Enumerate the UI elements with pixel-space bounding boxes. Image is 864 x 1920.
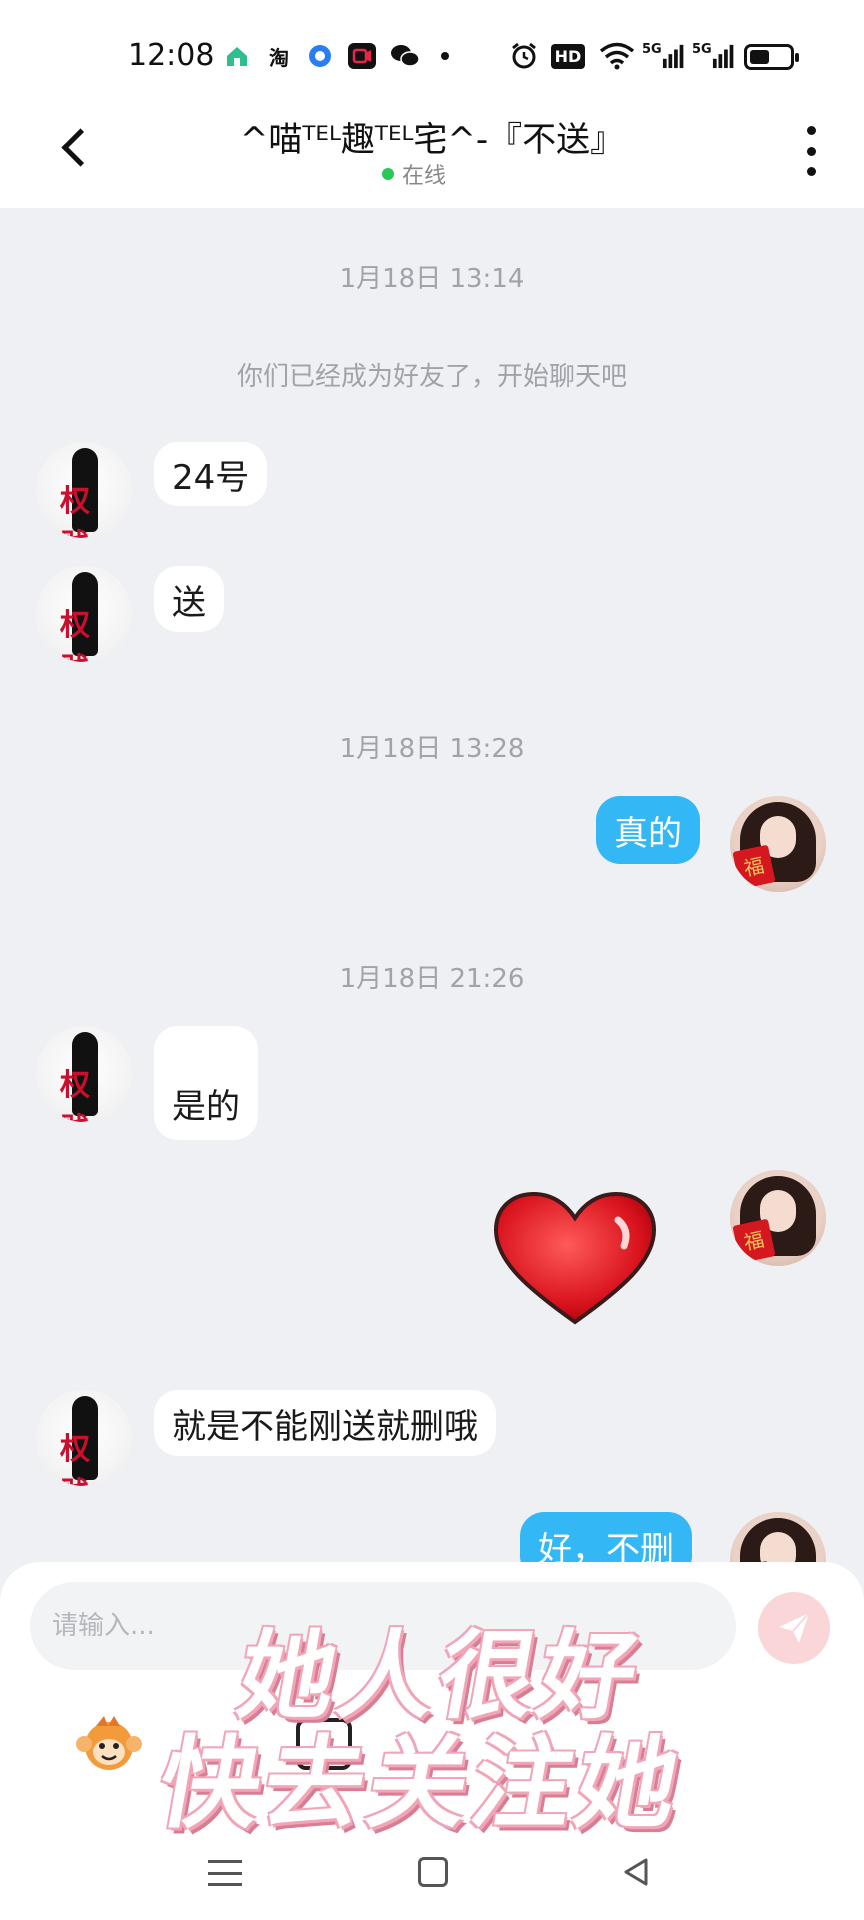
- incoming-message-bubble[interactable]: 送: [154, 566, 224, 632]
- 5g-label: 5G: [692, 42, 712, 57]
- message-timestamp: 1月18日 13:14: [339, 264, 525, 294]
- wifi-icon: [598, 42, 636, 70]
- outgoing-message-bubble[interactable]: 真的: [596, 796, 700, 864]
- home-button[interactable]: [418, 1857, 448, 1887]
- chat-header: ^喵ᵀᴱᴸ趣ᵀᴱᴸ宅^-『不送』 在线: [0, 100, 864, 208]
- avatar-brand-text: 权贱: [60, 1432, 108, 1486]
- message-timestamp: 1月18日 21:26: [339, 964, 525, 994]
- wechat-icon: [388, 42, 422, 70]
- status-bar: 12:08 淘 HD 5G 5G: [0, 0, 864, 100]
- taobao-icon: 淘: [269, 45, 289, 70]
- incoming-message-bubble[interactable]: 就是不能刚送就删哦: [154, 1390, 496, 1456]
- message-timestamp: 1月18日 13:28: [339, 734, 525, 764]
- home-app-icon: [222, 42, 252, 70]
- contact-avatar[interactable]: 权贱: [36, 442, 132, 538]
- overlay-caption: 她人很好 快去关注她: [112, 1620, 748, 1842]
- send-button[interactable]: [758, 1592, 830, 1664]
- my-avatar[interactable]: 福: [730, 1170, 826, 1266]
- send-icon: [779, 1612, 810, 1643]
- red-heart-sticker[interactable]: [490, 1190, 660, 1330]
- avatar-brand-text: 权贱: [60, 608, 108, 662]
- incoming-message-bubble[interactable]: 24号: [154, 442, 268, 506]
- status-time: 12:08: [128, 38, 215, 73]
- avatar-brand-text: 权贱: [60, 484, 108, 538]
- avatar-brand-text: 权贱: [60, 1068, 108, 1122]
- contact-avatar[interactable]: 权贱: [36, 566, 132, 662]
- battery-fill: [750, 50, 769, 64]
- online-text: 在线: [401, 164, 446, 189]
- 5g-signal-icon: 5G: [692, 42, 734, 70]
- battery-icon: [744, 44, 799, 70]
- avatar-card-text: 福: [732, 844, 776, 890]
- alarm-icon: [508, 42, 540, 70]
- 5g-signal-icon: 5G: [642, 42, 684, 70]
- browser-icon: [306, 42, 334, 70]
- online-status: 在线: [0, 158, 864, 190]
- overlay-line-2: 快去关注她: [150, 1725, 692, 1842]
- contact-avatar[interactable]: 权贱: [36, 1026, 132, 1122]
- hd-icon: HD: [550, 42, 586, 70]
- video-icon: [346, 42, 378, 70]
- incoming-message-bubble[interactable]: 是的: [154, 1026, 258, 1140]
- overlay-line-1: 她人很好: [229, 1620, 650, 1732]
- more-options-button[interactable]: [796, 126, 826, 176]
- avatar-card-text: 福: [732, 1218, 776, 1264]
- contact-avatar[interactable]: 权贱: [36, 1390, 132, 1486]
- recent-apps-button[interactable]: [208, 1860, 242, 1886]
- dot-icon: [438, 42, 452, 70]
- 5g-label: 5G: [642, 42, 662, 57]
- system-message: 你们已经成为好友了，开始聊天吧: [236, 362, 627, 392]
- online-dot-icon: [381, 168, 394, 180]
- my-avatar[interactable]: 福: [730, 796, 826, 892]
- nav-back-button[interactable]: [620, 1856, 652, 1888]
- chat-title: ^喵ᵀᴱᴸ趣ᵀᴱᴸ宅^-『不送』: [239, 120, 625, 160]
- system-nav-bar: [0, 1820, 864, 1920]
- hd-label: HD: [550, 43, 586, 69]
